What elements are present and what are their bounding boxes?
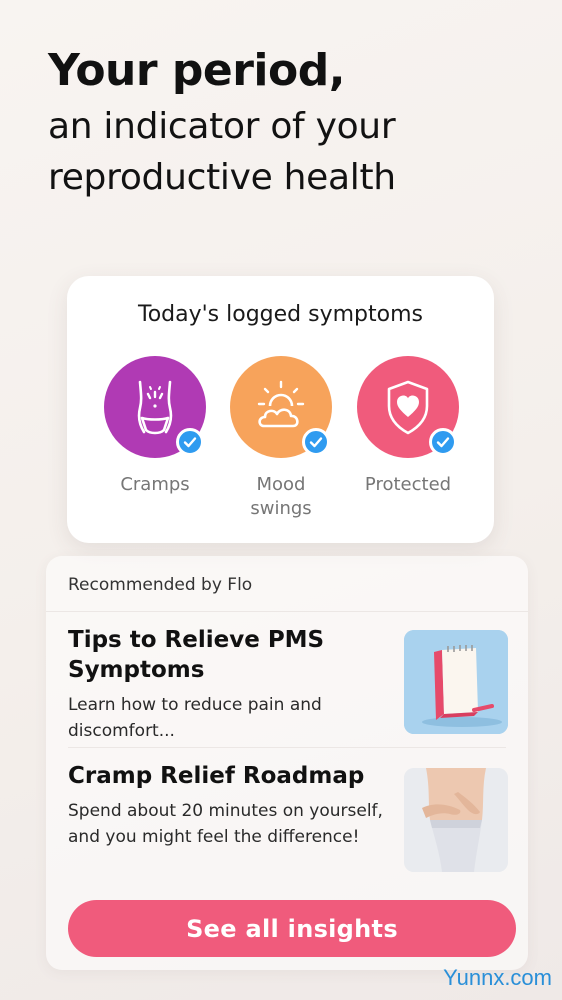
sun-cloud-icon	[257, 380, 305, 428]
symptom-protected-circle	[357, 356, 459, 458]
symptom-cramps-circle	[104, 356, 206, 458]
logged-symptoms-card: Today's logged symptoms Cramps Mood swin…	[67, 276, 494, 543]
mood-check-icon	[302, 428, 330, 456]
shield-heart-icon	[387, 380, 429, 435]
symptom-cramps-label: Cramps	[120, 474, 190, 495]
subtitle-line-1: an indicator of your	[48, 105, 396, 147]
headline: Your period, an indicator of your reprod…	[48, 45, 528, 203]
symptom-mood-swings[interactable]: Mood swings	[221, 356, 341, 522]
symptom-protected-label: Protected	[364, 474, 452, 495]
article-title: Cramp Relief Roadmap	[68, 763, 365, 789]
article-title: Tips to Relieve PMS Symptoms	[68, 627, 325, 683]
symptoms-card-title: Today's logged symptoms	[138, 302, 423, 327]
symptom-cramps[interactable]: Cramps	[95, 356, 215, 497]
recommendations-header: Recommended by Flo	[68, 575, 253, 595]
article-pms-tips[interactable]: Tips to Relieve PMS Symptoms Learn how t…	[68, 626, 508, 741]
app-screen: { "headline": { "title": "Your period,",…	[0, 0, 562, 1000]
protected-check-icon	[429, 428, 457, 456]
symptom-mood-circle	[230, 356, 332, 458]
woman-holding-belly-image	[404, 768, 508, 872]
see-all-insights-button[interactable]: See all insights	[68, 900, 516, 957]
cramps-check-icon	[176, 428, 204, 456]
subtitle-line-2: reproductive health	[48, 156, 396, 198]
article-cramp-relief[interactable]: Cramp Relief Roadmap Spend about 20 minu…	[68, 762, 508, 882]
article-description: Spend about 20 minutes on yourself, and …	[68, 800, 383, 848]
recommendations-card: Recommended by Flo Tips to Relieve PMS S…	[46, 556, 528, 970]
notepad-pencil-image	[404, 630, 508, 734]
article-description: Learn how to reduce pain and discomfort.…	[68, 694, 322, 742]
page-title: Your period,	[48, 45, 345, 96]
watermark: Yunnx.com	[443, 965, 552, 990]
divider	[68, 747, 506, 748]
symptom-protected[interactable]: Protected	[348, 356, 468, 497]
divider	[46, 611, 528, 612]
page-subtitle: an indicator of your reproductive health	[48, 101, 528, 203]
symptom-mood-label: Mood swings	[250, 474, 312, 520]
cramps-body-icon	[137, 380, 173, 435]
